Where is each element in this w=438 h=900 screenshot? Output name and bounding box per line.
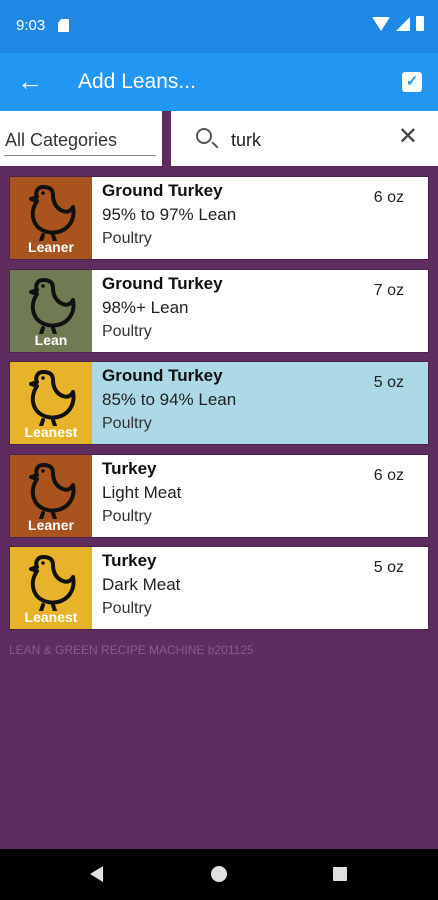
check-box-icon[interactable]: ✓: [402, 72, 422, 92]
item-description: 95% to 97% Lean: [102, 205, 237, 224]
nav-back-icon[interactable]: [90, 866, 103, 882]
nav-home-icon[interactable]: [211, 866, 227, 882]
status-bar: 9:03: [0, 0, 438, 53]
category-selected-value: All Categories: [5, 130, 118, 150]
item-description: Light Meat: [102, 482, 182, 502]
app-bar: ← Add Leans... ✓: [0, 53, 438, 111]
item-category: Poultry: [102, 415, 152, 432]
item-name: Turkey: [102, 458, 157, 478]
category-underline: [4, 155, 156, 156]
item-category: Poultry: [102, 322, 152, 340]
item-quantity: 6 oz: [373, 466, 404, 484]
lean-level-thumbnail: Leaner: [10, 454, 92, 537]
sd-card-icon: [58, 19, 69, 32]
close-icon[interactable]: ✕: [398, 125, 418, 149]
status-time: 9:03: [16, 17, 46, 34]
item-quantity: 6 oz: [373, 189, 404, 206]
search-box: ✕: [171, 111, 438, 166]
item-description: Dark Meat: [102, 575, 181, 594]
item-name: Turkey: [102, 551, 157, 570]
item-name: Ground Turkey: [102, 273, 223, 293]
page-title: Add Leans...: [78, 70, 196, 93]
lean-level-thumbnail: Leanest: [10, 547, 92, 629]
lean-level-label: Leanest: [24, 609, 78, 625]
lean-level-thumbnail: Lean: [10, 269, 92, 352]
list-item[interactable]: Leaner Turkey Light Meat Poultry 6 oz: [9, 453, 429, 538]
lean-level-label: Lean: [34, 331, 68, 348]
item-quantity: 7 oz: [373, 281, 404, 299]
item-quantity: 5 oz: [373, 374, 404, 391]
item-description: 98%+ Lean: [102, 297, 189, 317]
item-name: Ground Turkey: [102, 181, 223, 200]
list-item[interactable]: Leaner Ground Turkey 95% to 97% Lean Poultr…: [9, 176, 429, 260]
lean-level-thumbnail: Leaner: [10, 177, 92, 259]
item-category: Poultry: [102, 600, 152, 617]
item-quantity: 5 oz: [373, 559, 404, 576]
lean-level-label: Leanest: [24, 424, 78, 440]
footer-version: LEAN & GREEN RECIPE MACHINE b201125: [9, 643, 254, 657]
status-icons: [372, 16, 424, 31]
list-item[interactable]: Leanest Ground Turkey 85% to 94% Lean Poult…: [9, 361, 429, 445]
nav-recents-icon[interactable]: [333, 867, 347, 881]
lean-level-label: Leaner: [28, 239, 74, 255]
item-category: Poultry: [102, 507, 152, 525]
back-arrow-icon[interactable]: ←: [14, 67, 46, 97]
system-nav-bar: [0, 849, 438, 900]
category-dropdown[interactable]: All Categories: [0, 111, 162, 166]
item-category: Poultry: [102, 230, 152, 247]
signal-icon: [396, 16, 410, 31]
item-description: 85% to 94% Lean: [102, 390, 237, 409]
search-input[interactable]: [231, 127, 381, 153]
lean-level-thumbnail: Leanest: [10, 362, 92, 444]
item-name: Ground Turkey: [102, 366, 223, 385]
list-item[interactable]: Lean Ground Turkey 98%+ Lean Poultry 7 oz: [9, 268, 429, 353]
wifi-icon: [372, 16, 390, 31]
lean-level-label: Leaner: [28, 516, 74, 533]
list-item[interactable]: Leanest Turkey Dark Meat Poultry 5 oz: [9, 546, 429, 630]
battery-icon: [416, 16, 424, 31]
search-icon: [196, 128, 212, 144]
